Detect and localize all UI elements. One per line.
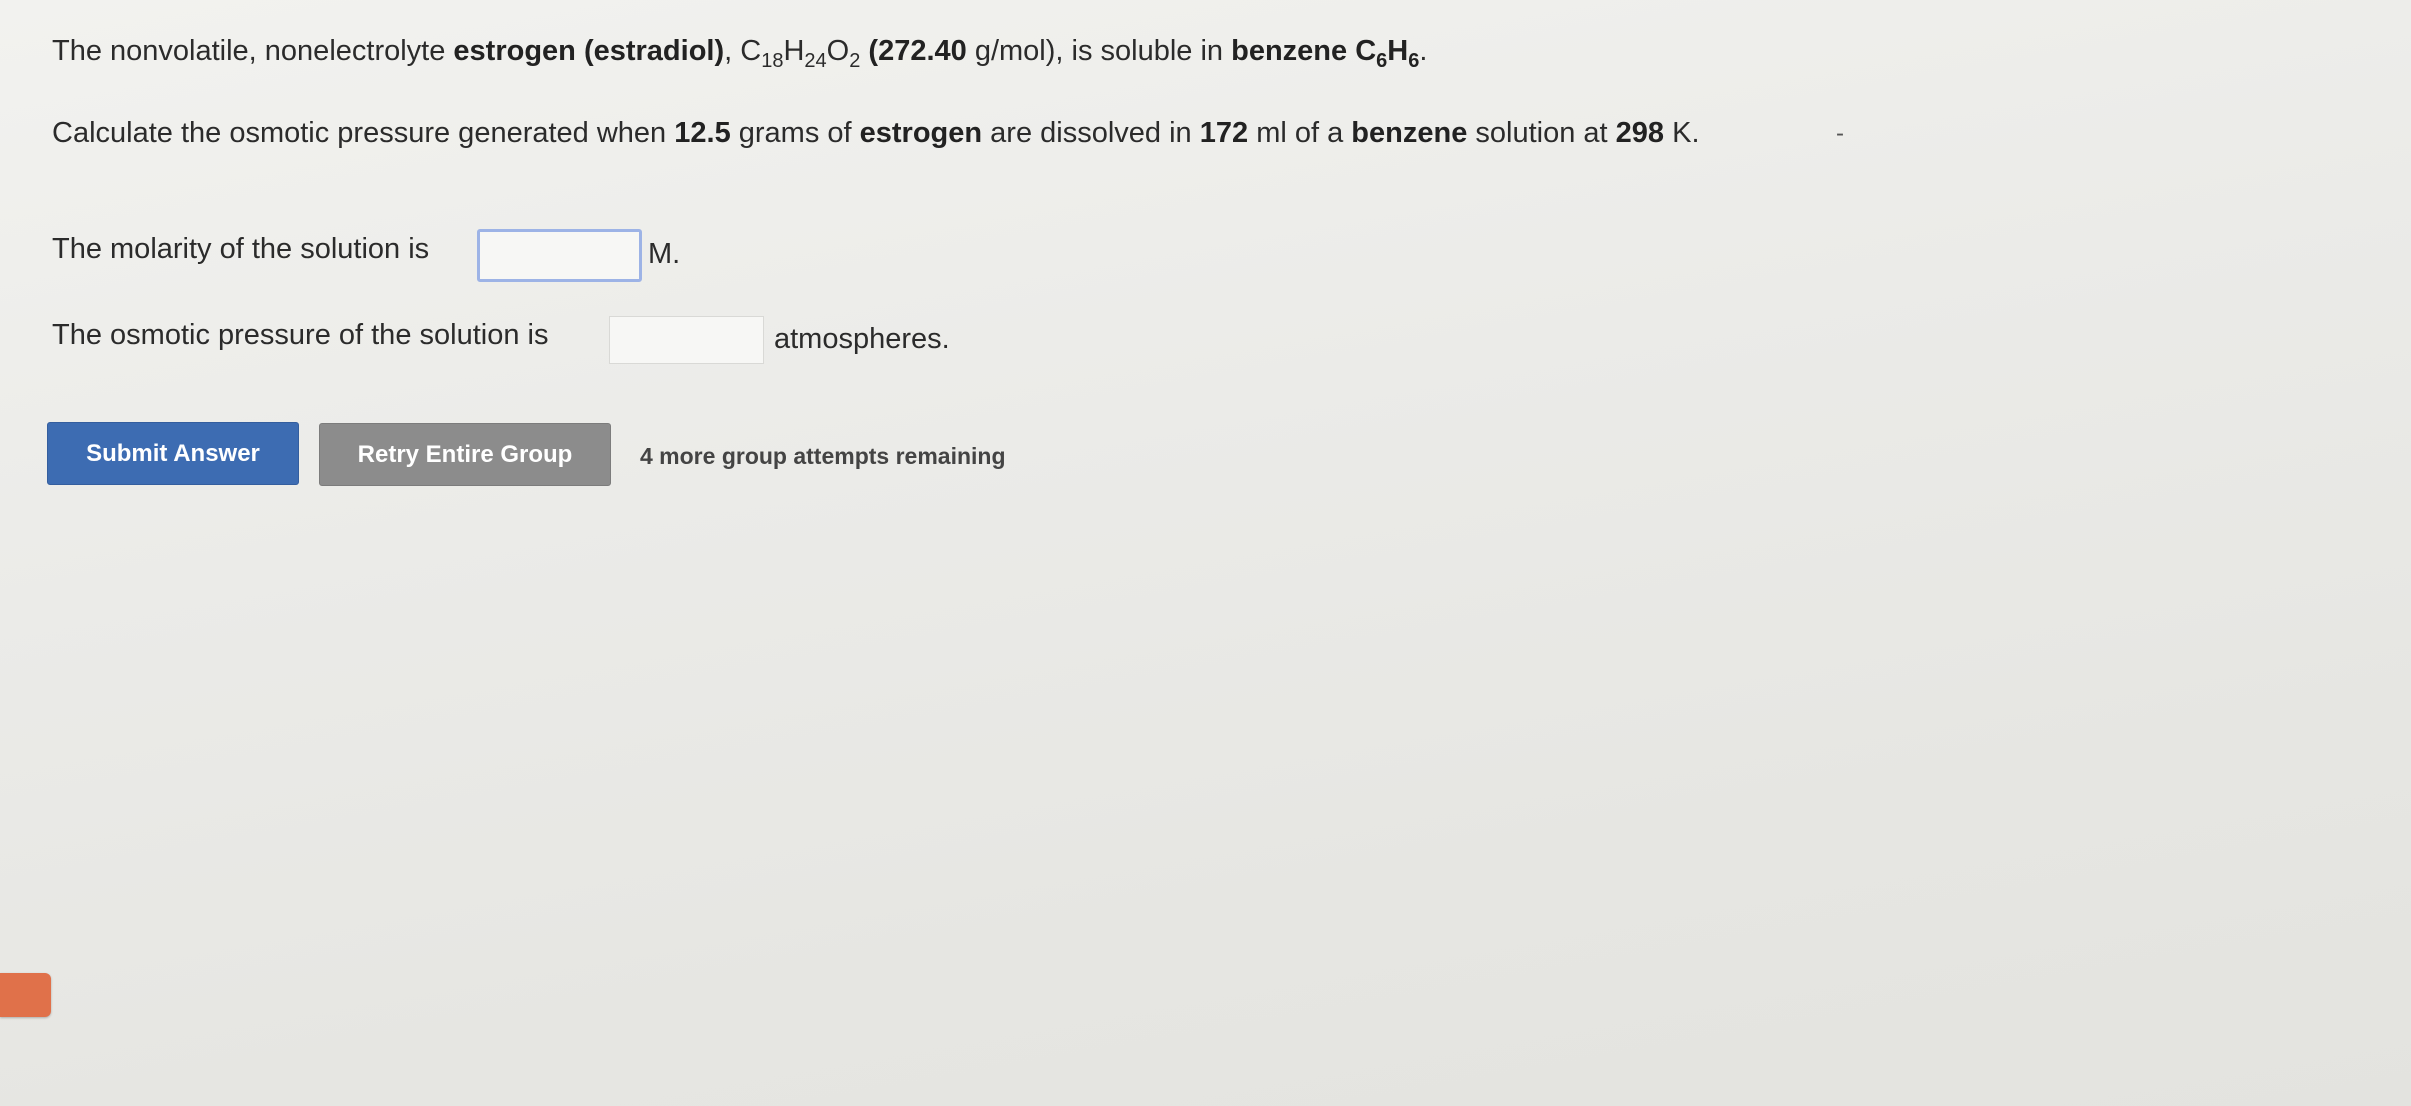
molar-mass-unit: g/mol), is soluble in bbox=[966, 35, 1232, 67]
retry-group-button[interactable]: Retry Entire Group bbox=[319, 423, 611, 486]
solvent-name: benzene bbox=[1351, 117, 1468, 149]
pressure-label: The osmotic pressure of the solution is bbox=[52, 319, 549, 351]
formula-subscript: 6 bbox=[1376, 50, 1388, 72]
formula-element: O bbox=[826, 35, 850, 67]
submit-answer-button[interactable]: Submit Answer bbox=[47, 422, 299, 485]
question-text: grams of bbox=[730, 117, 860, 149]
separator: , bbox=[724, 35, 741, 67]
osmotic-pressure-input[interactable] bbox=[609, 316, 764, 364]
question-text: solution at bbox=[1467, 117, 1616, 149]
molarity-input[interactable] bbox=[477, 229, 642, 282]
solvent-formula: C6H6 bbox=[1355, 35, 1419, 71]
molarity-label: The molarity of the solution is bbox=[52, 233, 430, 265]
formula-element: H bbox=[1387, 35, 1409, 67]
solvent-name: benzene bbox=[1231, 35, 1348, 67]
formula-subscript: 24 bbox=[804, 50, 827, 72]
attempts-remaining: 4 more group attempts remaining bbox=[640, 443, 1006, 469]
side-feedback-tab[interactable] bbox=[0, 973, 51, 1017]
formula-element: C bbox=[740, 35, 762, 67]
question-text: are dissolved in bbox=[982, 117, 1200, 149]
formula-subscript: 6 bbox=[1408, 50, 1420, 72]
line-end: . bbox=[1419, 35, 1428, 67]
compound-name: estrogen (estradiol) bbox=[453, 35, 725, 67]
question-line-1: The nonvolatile, nonelectrolyte estrogen… bbox=[52, 34, 1428, 71]
question-line-2: Calculate the osmotic pressure generated… bbox=[52, 116, 1700, 151]
formula-subscript: 18 bbox=[761, 50, 784, 72]
pressure-unit: atmospheres. bbox=[774, 323, 950, 355]
question-intro: The nonvolatile, nonelectrolyte bbox=[52, 35, 454, 67]
formula-subscript: 2 bbox=[849, 50, 861, 72]
compound-formula: C18H24O2 bbox=[740, 35, 860, 71]
formula-element: H bbox=[783, 35, 805, 67]
question-text: Calculate the osmotic pressure generated… bbox=[52, 117, 675, 149]
formula-element: C bbox=[1355, 35, 1377, 67]
stray-dash: - bbox=[1836, 120, 1844, 147]
molarity-unit: M. bbox=[648, 238, 681, 270]
solute-mass: 12.5 bbox=[674, 117, 731, 149]
question-text: ml of a bbox=[1248, 117, 1352, 149]
solution-volume: 172 bbox=[1199, 117, 1249, 149]
temperature: 298 bbox=[1615, 117, 1665, 149]
solute-name: estrogen bbox=[859, 117, 983, 149]
molar-mass-value: (272.40 bbox=[860, 35, 967, 67]
question-text: K. bbox=[1664, 117, 1700, 149]
